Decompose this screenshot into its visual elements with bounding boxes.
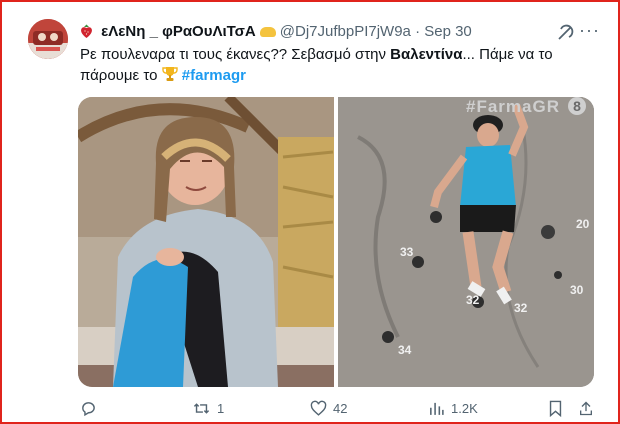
- wall-number: 34: [398, 343, 412, 357]
- repost-count: 1: [217, 400, 225, 416]
- media-image-left[interactable]: [78, 97, 334, 387]
- views-button[interactable]: 1.2K: [428, 400, 478, 417]
- text-part2: ... Πάμε να το: [462, 46, 553, 63]
- separator: ·: [415, 23, 421, 40]
- tweet-date[interactable]: Sep 30: [424, 23, 472, 40]
- share-button[interactable]: [578, 400, 594, 417]
- text-line2: πάρουμε το: [80, 67, 162, 84]
- tweet-text: Ρε πουλεναρα τι τους έκανες?? Σεβασμό στ…: [80, 44, 600, 88]
- strawberry-emoji-icon: [80, 23, 97, 40]
- text-bold-name: Βαλεντίνα: [390, 46, 463, 63]
- avatar-image: [28, 19, 68, 59]
- hashtag-link[interactable]: #farmagr: [182, 67, 246, 84]
- media-image-right[interactable]: #FarmaGR 8 33 34 32 20 30 32: [338, 97, 594, 387]
- repost-icon: [193, 403, 210, 414]
- media-overlay-text: #FarmaGR: [466, 97, 560, 116]
- repost-button[interactable]: 1: [192, 400, 224, 417]
- like-button[interactable]: 42: [310, 400, 347, 417]
- text-part1: Ρε πουλεναρα τι τους έκανες?? Σεβασμό στ…: [80, 46, 391, 63]
- wall-number: 33: [400, 245, 414, 259]
- like-icon: [310, 400, 327, 416]
- action-bar: 1 42 1.2K: [78, 400, 598, 420]
- reply-icon: [82, 402, 95, 417]
- channel-logo: 8: [568, 97, 586, 115]
- reply-button[interactable]: [80, 400, 103, 417]
- hand-emoji-icon: [259, 27, 276, 38]
- tweet-media[interactable]: #FarmaGR 8 33 34 32 20 30 32: [78, 97, 594, 387]
- tweet-card[interactable]: εΛεΝη _ φΡαΟυΛιΤσΑ @Dj7JufbpPI7jW9a · Sep…: [0, 0, 620, 424]
- views-icon: [430, 402, 444, 415]
- more-icon[interactable]: ···: [579, 20, 600, 41]
- tweet-header: εΛεΝη _ φΡαΟυΛιΤσΑ @Dj7JufbpPI7jW9a · Sep…: [80, 22, 598, 42]
- avatar[interactable]: [28, 19, 68, 59]
- like-count: 42: [333, 400, 348, 416]
- wall-number: 32: [514, 301, 528, 315]
- wall-number: 20: [576, 217, 590, 231]
- wall-number: 32: [466, 293, 480, 307]
- wall-number: 30: [570, 283, 584, 297]
- bookmark-icon: [549, 400, 562, 417]
- handle[interactable]: @Dj7JufbpPI7jW9a: [280, 23, 411, 40]
- bookmark-button[interactable]: [548, 400, 563, 417]
- share-icon: [580, 401, 592, 416]
- views-count: 1.2K: [451, 400, 478, 416]
- trophy-emoji-icon: [161, 66, 178, 88]
- display-name[interactable]: εΛεΝη _ φΡαΟυΛιΤσΑ: [101, 23, 256, 40]
